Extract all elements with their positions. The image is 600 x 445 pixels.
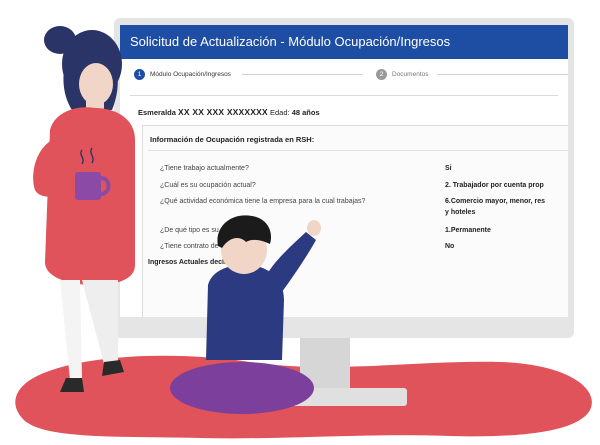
boy-figure [170,215,321,414]
illustration-scene: Solicitud de Actualización - Módulo Ocup… [0,0,600,445]
